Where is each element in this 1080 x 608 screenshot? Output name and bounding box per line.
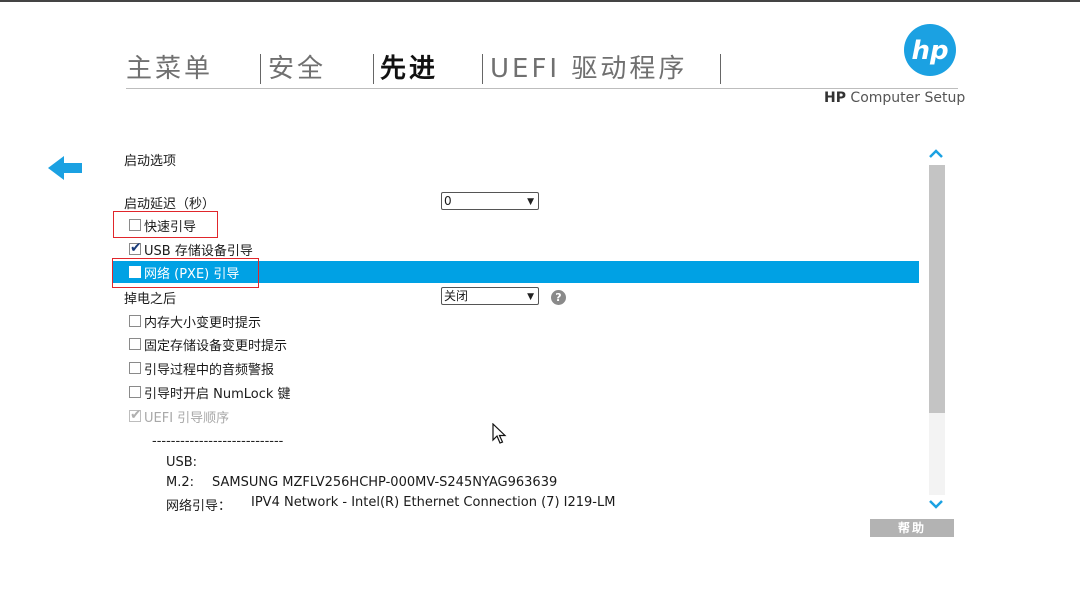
uefi-boot-order-label: UEFI 引导顺序 — [144, 411, 230, 426]
m2-boot-device-value[interactable]: SAMSUNG MZFLV256HCHP-000MV-S245NYAG96363… — [212, 475, 557, 490]
tab-uefi-drivers[interactable]: UEFI 驱动程序 — [490, 50, 687, 88]
app-title-text: Computer Setup — [845, 90, 966, 106]
boot-order-separator: ---------------------------- — [152, 434, 284, 449]
section-title: 启动选项 — [124, 154, 177, 169]
tab-separator — [720, 54, 721, 84]
top-border — [0, 0, 1080, 2]
storage-change-checkbox[interactable] — [129, 338, 141, 350]
usb-boot-label: USB 存储设备引导 — [144, 244, 253, 259]
storage-change-label: 固定存储设备变更时提示 — [144, 339, 288, 354]
svg-text:hp: hp — [911, 36, 948, 66]
network-boot-device-value[interactable]: IPV4 Network - Intel(R) Ethernet Connect… — [251, 495, 615, 510]
tab-separator — [482, 54, 483, 84]
tab-security[interactable]: 安全 — [268, 50, 326, 88]
tab-underline — [126, 88, 958, 89]
boot-delay-value: 0 — [444, 194, 452, 208]
boot-delay-label: 启动延迟（秒） — [124, 197, 216, 212]
memory-change-checkbox[interactable] — [129, 315, 141, 327]
chevron-down-icon: ▼ — [527, 292, 534, 302]
tab-advanced[interactable]: 先进 — [380, 50, 438, 88]
audio-alerts-label: 引导过程中的音频警报 — [144, 363, 275, 378]
memory-change-label: 内存大小变更时提示 — [144, 316, 262, 331]
after-power-loss-label: 掉电之后 — [124, 292, 177, 307]
scroll-up-chevron-icon[interactable] — [927, 146, 945, 162]
tab-separator — [260, 54, 261, 84]
scroll-down-chevron-icon[interactable] — [927, 496, 945, 512]
chevron-down-icon: ▼ — [527, 197, 534, 207]
help-question-icon[interactable]: ? — [551, 290, 566, 305]
m2-boot-device-label: M.2: — [166, 475, 194, 490]
boot-delay-select[interactable]: 0 ▼ — [441, 192, 539, 210]
uefi-boot-order-checkbox: ✔ — [129, 407, 142, 423]
check-icon: ✔ — [130, 240, 142, 256]
annotation-box-fast-boot — [113, 211, 218, 238]
mouse-cursor-icon — [492, 422, 508, 449]
usb-boot-device-label: USB: — [166, 455, 198, 470]
after-power-loss-select[interactable]: 关闭 ▼ — [441, 287, 539, 305]
help-button[interactable]: 帮助 — [870, 519, 954, 537]
annotation-box-network-boot — [112, 258, 259, 288]
after-power-loss-value: 关闭 — [444, 289, 469, 303]
network-boot-device-label: 网络引导： — [166, 499, 232, 514]
check-icon: ✔ — [130, 407, 142, 423]
app-title: HP Computer Setup — [824, 90, 965, 106]
numlock-label: 引导时开启 NumLock 键 — [144, 387, 291, 402]
tab-separator — [373, 54, 374, 84]
usb-boot-checkbox[interactable]: ✔ — [129, 240, 142, 256]
app-title-brand: HP — [824, 90, 846, 106]
tab-main-menu[interactable]: 主菜单 — [126, 50, 213, 88]
scrollbar-thumb[interactable] — [929, 165, 945, 413]
hp-logo: hp — [904, 24, 956, 76]
back-arrow-icon[interactable] — [46, 154, 86, 182]
numlock-checkbox[interactable] — [129, 386, 141, 398]
audio-alerts-checkbox[interactable] — [129, 362, 141, 374]
